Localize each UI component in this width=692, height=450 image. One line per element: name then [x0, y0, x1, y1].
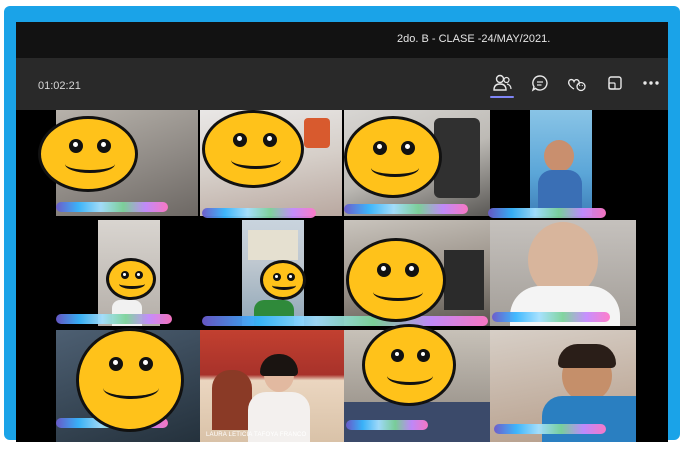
participant-name-bar [202, 208, 316, 218]
participant-video[interactable] [530, 110, 592, 216]
participant-video[interactable]: LAURA LETICIA TAFOYA FRANCO [200, 330, 346, 442]
title-bar: 2do. B - CLASE -24/MAY/2021. [16, 22, 668, 58]
smiley-face-icon [362, 324, 456, 406]
participants-icon [493, 74, 512, 91]
participant-name-bar [56, 314, 172, 324]
participant-name-bar [202, 316, 488, 326]
smiley-face-icon [106, 258, 156, 300]
screenshot-frame: 2do. B - CLASE -24/MAY/2021. 01:02:21 LA… [4, 6, 680, 442]
video-grid: LAURA LETICIA TAFOYA FRANCO [16, 110, 668, 442]
participant-name-bar [344, 204, 468, 214]
reactions-icon [568, 78, 586, 92]
participant-name-bar [488, 208, 606, 218]
smiley-face-icon [202, 110, 304, 188]
smiley-face-icon [38, 116, 138, 192]
meeting-toolbar: 01:02:21 [16, 58, 668, 110]
participant-caption: LAURA LETICIA TAFOYA FRANCO [206, 432, 307, 438]
participants-button[interactable] [487, 68, 517, 98]
reactions-button[interactable] [562, 68, 592, 98]
chat-icon [531, 75, 548, 92]
chat-button[interactable] [525, 68, 555, 98]
active-tab-indicator [490, 96, 514, 98]
meeting-timer: 01:02:21 [38, 80, 81, 92]
meeting-window: 2do. B - CLASE -24/MAY/2021. 01:02:21 LA… [16, 22, 668, 442]
more-options-icon [643, 81, 659, 85]
share-tray-icon [608, 76, 622, 90]
meeting-title: 2do. B - CLASE -24/MAY/2021. [397, 33, 551, 45]
smiley-face-icon [76, 328, 184, 432]
more-options-button[interactable] [636, 68, 666, 98]
participant-name-bar [494, 424, 606, 434]
smiley-face-icon [260, 260, 306, 300]
participant-name-bar [56, 202, 168, 212]
smiley-face-icon [344, 116, 442, 198]
participant-name-bar [492, 312, 610, 322]
smiley-face-icon [346, 238, 446, 322]
share-tray-button[interactable] [600, 68, 630, 98]
participant-name-bar [346, 420, 428, 430]
participant-video[interactable] [490, 220, 636, 326]
